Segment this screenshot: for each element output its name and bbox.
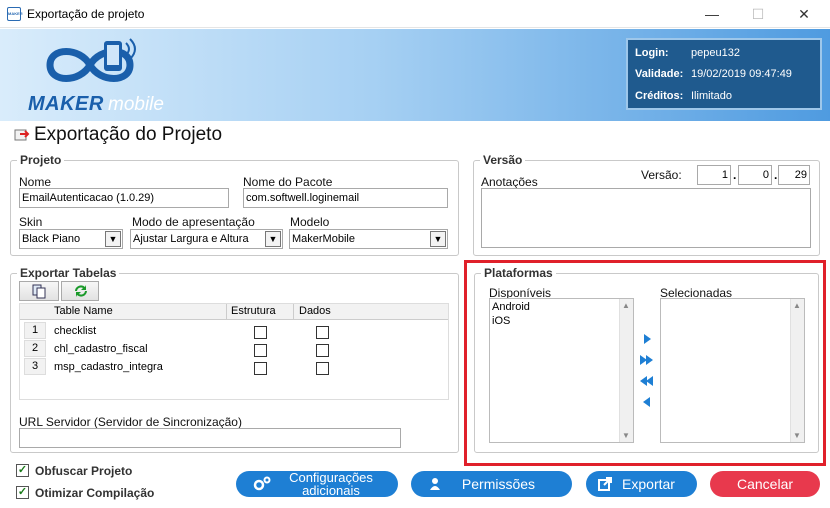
estrutura-checkbox[interactable] [254, 362, 267, 375]
name-label: Nome [19, 175, 52, 189]
table-row-name[interactable]: chl_cadastro_fiscal [54, 343, 148, 355]
url-field[interactable] [19, 428, 401, 448]
mode-select[interactable]: Ajustar Largura e Altura ▼ [130, 229, 283, 249]
package-field[interactable]: com.softwell.loginemail [243, 188, 448, 208]
optimize-label: Otimizar Compilação [35, 486, 155, 500]
validity-value: 19/02/2019 09:47:49 [691, 68, 792, 80]
move-right-icon[interactable] [641, 333, 653, 345]
close-button[interactable]: ✕ [789, 4, 819, 24]
window-title: Exportação de projeto [27, 7, 145, 21]
model-value: MakerMobile [292, 233, 355, 245]
available-list[interactable]: Android iOS ▲ ▼ [489, 298, 634, 443]
dados-checkbox[interactable] [316, 362, 329, 375]
version-major-field[interactable]: 1 [697, 165, 731, 185]
package-label: Nome do Pacote [243, 175, 333, 189]
version-build-field[interactable]: 29 [778, 165, 810, 185]
minimize-button[interactable]: — [697, 4, 727, 24]
export-label: Exportar [622, 476, 675, 492]
col-table-name[interactable]: Table Name [54, 305, 113, 317]
row-number: 2 [24, 340, 46, 357]
scroll-up-icon[interactable]: ▲ [793, 301, 801, 310]
login-info-panel: Login: pepeu132 Validade: 19/02/2019 09:… [626, 38, 822, 110]
maximize-button[interactable]: ☐ [743, 4, 773, 24]
model-label: Modelo [290, 215, 330, 229]
col-divider [293, 304, 294, 320]
list-item[interactable]: iOS [490, 315, 633, 327]
col-dados[interactable]: Dados [299, 305, 331, 317]
login-value: pepeu132 [691, 47, 740, 59]
notes-label: Anotações [481, 175, 538, 189]
plataformas-legend: Plataformas [481, 266, 556, 280]
versao-legend: Versão [480, 153, 526, 167]
copy-icon [32, 284, 46, 299]
row-number: 1 [24, 322, 46, 339]
dados-checkbox[interactable] [316, 344, 329, 357]
name-field[interactable]: EmailAutenticacao (1.0.29) [19, 188, 229, 208]
chevron-down-icon[interactable]: ▼ [105, 231, 121, 247]
refresh-tables-button[interactable] [61, 281, 99, 301]
obfuscate-checkbox[interactable]: ✓ [16, 464, 29, 477]
maker-logo-icon [46, 38, 136, 82]
dados-checkbox[interactable] [316, 326, 329, 339]
cancel-label: Cancelar [736, 476, 794, 492]
move-all-right-icon[interactable] [639, 354, 655, 366]
logo-mobile-text: mobile [108, 94, 164, 115]
permissions-label: Permissões [461, 476, 536, 492]
chevron-down-icon[interactable]: ▼ [265, 231, 281, 247]
login-label: Login: [635, 47, 669, 59]
version-label: Versão: [641, 168, 682, 182]
credits-value: Ilimitado [691, 90, 732, 102]
projeto-legend: Projeto [17, 153, 65, 167]
cancel-button[interactable]: Cancelar [710, 471, 820, 497]
chevron-down-icon[interactable]: ▼ [430, 231, 446, 247]
scroll-down-icon[interactable]: ▼ [793, 431, 801, 440]
obfuscate-label: Obfuscar Projeto [35, 464, 133, 478]
config-label-line2: adicionais [302, 483, 360, 498]
permissions-button[interactable]: Permissões [411, 471, 572, 497]
version-dot: . [733, 168, 737, 182]
move-left-icon[interactable] [641, 396, 653, 408]
skin-select[interactable]: Black Piano ▼ [19, 229, 123, 249]
tabelas-legend: Exportar Tabelas [17, 266, 120, 280]
skin-label: Skin [19, 215, 43, 229]
scrollbar[interactable]: ▲ ▼ [790, 299, 804, 442]
logo-maker-text: MAKER [28, 93, 104, 115]
page-title: Exportação do Projeto [34, 124, 223, 145]
col-divider [226, 304, 227, 320]
estrutura-checkbox[interactable] [254, 326, 267, 339]
version-minor-field[interactable]: 0 [738, 165, 772, 185]
scroll-up-icon[interactable]: ▲ [622, 301, 630, 310]
app-icon: MAKER [7, 7, 23, 21]
col-estrutura[interactable]: Estrutura [231, 305, 276, 317]
validity-label: Validade: [635, 68, 684, 80]
export-button[interactable]: Exportar [586, 471, 697, 497]
table-row-name[interactable]: msp_cadastro_integra [54, 361, 163, 373]
copy-tables-button[interactable] [19, 281, 59, 301]
optimize-checkbox[interactable]: ✓ [16, 486, 29, 499]
move-all-left-icon[interactable] [639, 375, 655, 387]
table-row-name[interactable]: checklist [54, 325, 96, 337]
mode-label: Modo de apresentação [132, 215, 255, 229]
scroll-down-icon[interactable]: ▼ [622, 431, 630, 440]
external-link-icon [598, 477, 612, 491]
notes-textarea[interactable] [481, 188, 811, 248]
model-select[interactable]: MakerMobile ▼ [289, 229, 448, 249]
row-number: 3 [24, 358, 46, 375]
export-icon [14, 129, 30, 141]
estrutura-checkbox[interactable] [254, 344, 267, 357]
credits-label: Créditos: [635, 90, 684, 102]
scrollbar[interactable]: ▲ ▼ [619, 299, 633, 442]
selected-list[interactable]: ▲ ▼ [660, 298, 805, 443]
url-label: URL Servidor (Servidor de Sincronização) [19, 415, 242, 429]
gears-icon [253, 476, 271, 491]
version-dot: . [774, 168, 778, 182]
skin-value: Black Piano [22, 233, 81, 245]
mode-value: Ajustar Largura e Altura [133, 233, 249, 245]
refresh-icon [75, 285, 87, 297]
list-item[interactable]: Android [490, 299, 633, 315]
config-button[interactable]: Configurações adicionais [236, 471, 398, 497]
user-lock-icon [430, 478, 440, 490]
